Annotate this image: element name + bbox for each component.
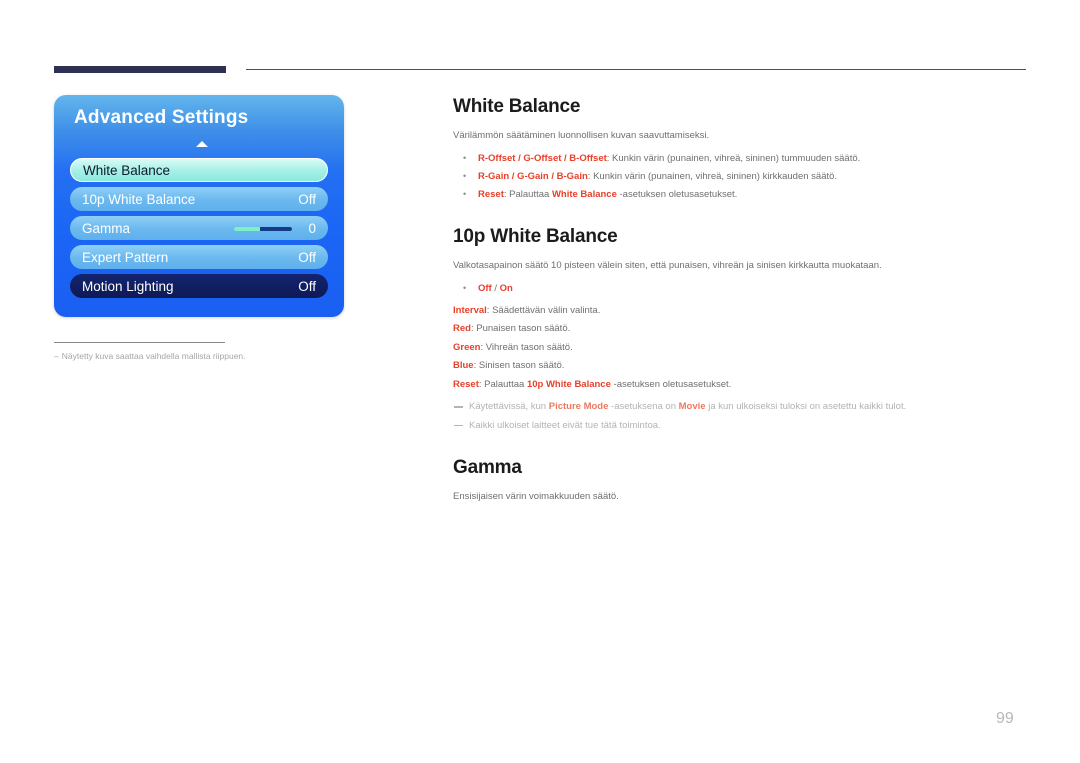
osd-footnote: – Näytetty kuva saattaa vaihdella mallist… <box>54 351 354 361</box>
footnote-text: Näytetty kuva saattaa vaihdella mallista… <box>61 351 246 361</box>
osd-menu-list: White Balance 10p White Balance Off Gamm… <box>70 158 328 303</box>
note-key: Picture Mode <box>548 401 609 413</box>
note-row: Kaikki ulkoiset laitteet eivät tue tätä … <box>453 417 1033 436</box>
osd-item-label: White Balance <box>83 162 171 178</box>
bullet-key: R-Offset / G-Offset / B-Offset <box>478 152 607 164</box>
osd-item-label: Gamma <box>82 220 131 236</box>
osd-item-value: Off <box>298 191 316 207</box>
gamma-slider-track <box>260 227 292 231</box>
osd-menu-item-gamma[interactable]: Gamma 0 <box>70 216 328 240</box>
definition-key: Green <box>453 341 481 353</box>
osd-menu-item-motion-lighting[interactable]: Motion Lighting Off <box>70 274 328 298</box>
definition-key: Interval <box>453 304 487 316</box>
definition-text: : Punaisen tason säätö. <box>470 323 571 335</box>
list-item: R-Offset / G-Offset / B-Offset: Kunkin v… <box>453 150 1033 168</box>
definition-row: Green: Vihreän tason säätö. <box>453 339 1033 358</box>
note-text-a: Kaikki ulkoiset laitteet eivät tue tätä … <box>469 419 661 431</box>
section-lead: Ensisijaisen värin voimakkuuden säätö. <box>453 491 619 503</box>
osd-menu-item-expert-pattern[interactable]: Expert Pattern Off <box>70 245 328 269</box>
bullet-key: Off <box>478 282 492 294</box>
section-10p-white-balance: 10p White Balance Valkotasapainon säätö … <box>453 226 1033 435</box>
section-white-balance: White Balance Värilämmön säätäminen luon… <box>453 96 1033 204</box>
definition-row: Interval: Säädettävän välin valinta. <box>453 302 1033 321</box>
note-text-c: ja kun ulkoiseksi tuloksi on asetettu ka… <box>705 401 907 413</box>
definition-key-2: 10p White Balance <box>526 378 611 390</box>
10p-white-balance-notes: Käytettävissä, kun Picture Mode -asetuks… <box>453 398 1033 435</box>
definition-row: Red: Punaisen tason säätö. <box>453 320 1033 339</box>
osd-item-value: Off <box>298 278 316 294</box>
definition-key: Red <box>453 323 471 335</box>
definition-key: Reset <box>453 378 479 390</box>
header-accent-bar <box>54 66 226 73</box>
definition-text-a: : Palauttaa <box>478 378 527 390</box>
note-key-2: Movie <box>678 401 706 413</box>
osd-item-label: 10p White Balance <box>82 191 196 207</box>
header-rule <box>246 69 1026 70</box>
osd-title: Advanced Settings <box>74 107 249 128</box>
note-row: Käytettävissä, kun Picture Mode -asetuks… <box>453 398 1033 417</box>
section-gamma: Gamma Ensisijaisen värin voimakkuuden sä… <box>453 457 1033 504</box>
page-number: 99 <box>996 710 1014 727</box>
section-title: Gamma <box>453 457 522 479</box>
footnote-dash: – <box>54 351 59 361</box>
osd-menu-item-10p-white-balance[interactable]: 10p White Balance Off <box>70 187 328 211</box>
bullet-key-2: On <box>499 282 513 294</box>
definition-text: : Säädettävän välin valinta. <box>486 304 601 316</box>
bullet-rest-b: -asetuksen oletusasetukset. <box>616 188 738 200</box>
definition-row-reset: Reset: Palauttaa 10p White Balance -aset… <box>453 376 1033 395</box>
section-title: 10p White Balance <box>453 225 618 247</box>
definition-key: Blue <box>453 360 474 372</box>
bullet-separator: / <box>491 282 500 294</box>
white-balance-bullets: R-Offset / G-Offset / B-Offset: Kunkin v… <box>453 150 1033 204</box>
definition-text: : Sinisen tason säätö. <box>473 360 565 372</box>
manual-content: White Balance Värilämmön säätäminen luon… <box>453 96 1033 504</box>
gamma-slider-fill <box>234 227 261 231</box>
definition-row: Blue: Sinisen tason säätö. <box>453 357 1033 376</box>
bullet-key: R-Gain / G-Gain / B-Gain <box>478 170 588 182</box>
osd-menu-item-white-balance[interactable]: White Balance <box>70 158 328 182</box>
section-lead: Värilämmön säätäminen luonnollisen kuvan… <box>453 130 710 141</box>
bullet-rest: : Kunkin värin (punainen, vihreä, sinine… <box>587 170 838 182</box>
section-title: White Balance <box>453 96 581 117</box>
osd-item-label: Expert Pattern <box>82 249 169 265</box>
list-item: R-Gain / G-Gain / B-Gain: Kunkin värin (… <box>453 168 1033 186</box>
osd-item-value: 0 <box>308 220 316 236</box>
note-text-a: Käytettävissä, kun <box>469 401 549 413</box>
bullet-key-2: White Balance <box>551 188 617 200</box>
chevron-up-icon[interactable] <box>196 141 208 147</box>
definition-text: : Vihreän tason säätö. <box>480 341 573 353</box>
note-text-b: -asetuksena on <box>608 401 679 413</box>
gamma-slider[interactable] <box>234 227 292 231</box>
advanced-settings-osd-panel: Advanced Settings White Balance 10p Whit… <box>54 95 344 317</box>
10p-white-balance-definitions: Interval: Säädettävän välin valinta. Red… <box>453 302 1033 395</box>
osd-item-value: Off <box>298 249 316 265</box>
bullet-rest-a: : Palauttaa <box>503 188 552 200</box>
osd-item-label: Motion Lighting <box>82 278 174 294</box>
list-item: Off / On <box>453 280 1033 298</box>
section-lead: Valkotasapainon säätö 10 pisteen välein … <box>453 259 882 271</box>
footnote-divider <box>54 342 225 343</box>
bullet-rest: : Kunkin värin (punainen, vihreä, sinine… <box>606 152 861 164</box>
list-item: Reset: Palauttaa White Balance -asetukse… <box>453 186 1033 204</box>
bullet-key: Reset <box>478 188 504 200</box>
definition-text-b: -asetuksen oletusasetukset. <box>610 378 732 390</box>
10p-white-balance-bullets: Off / On <box>453 280 1033 298</box>
